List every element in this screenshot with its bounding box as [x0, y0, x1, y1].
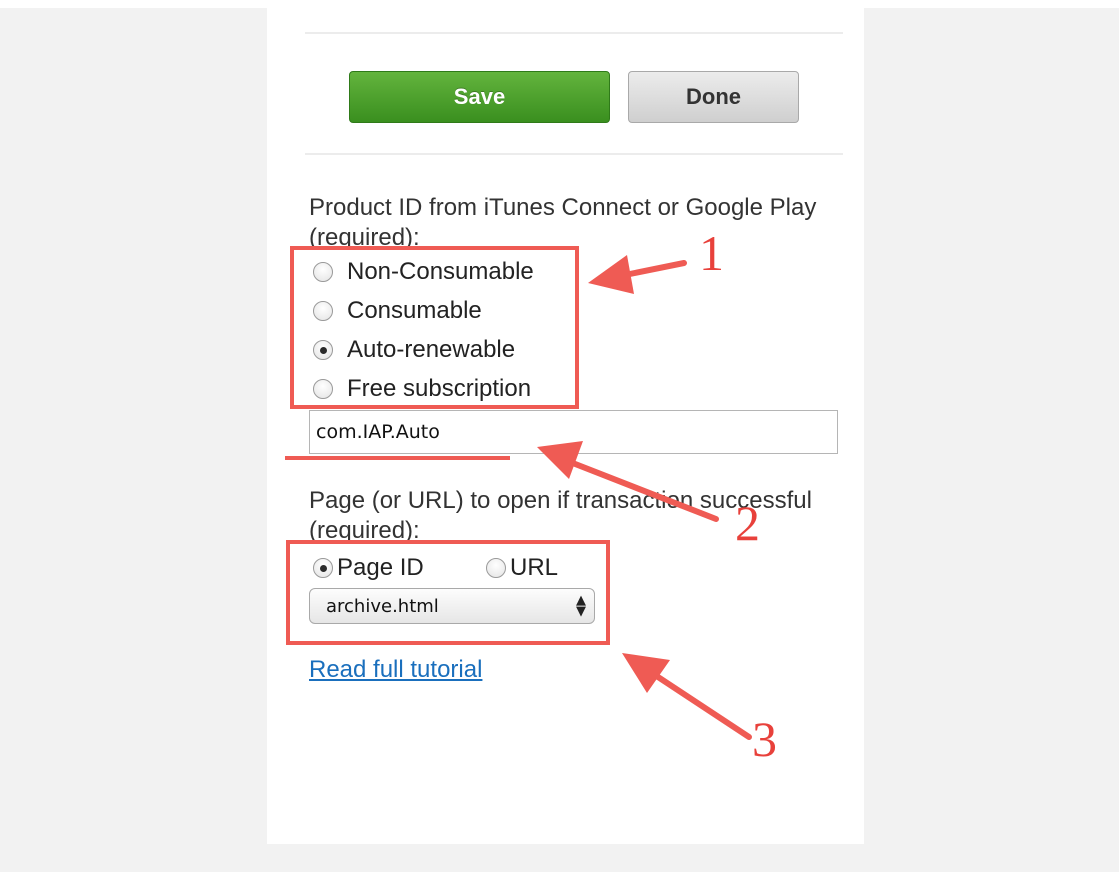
annotation-number-3: 3: [752, 711, 777, 767]
annotation-arrows: [537, 255, 752, 740]
arrow-3-shaft: [652, 672, 752, 740]
annotation-number-1: 1: [699, 225, 724, 281]
arrow-2-shaft: [562, 457, 719, 522]
annotation-number-2: 2: [735, 495, 760, 551]
arrow-1-head: [588, 255, 634, 294]
arrow-3-head: [622, 653, 670, 693]
arrow-2-head: [537, 441, 583, 479]
